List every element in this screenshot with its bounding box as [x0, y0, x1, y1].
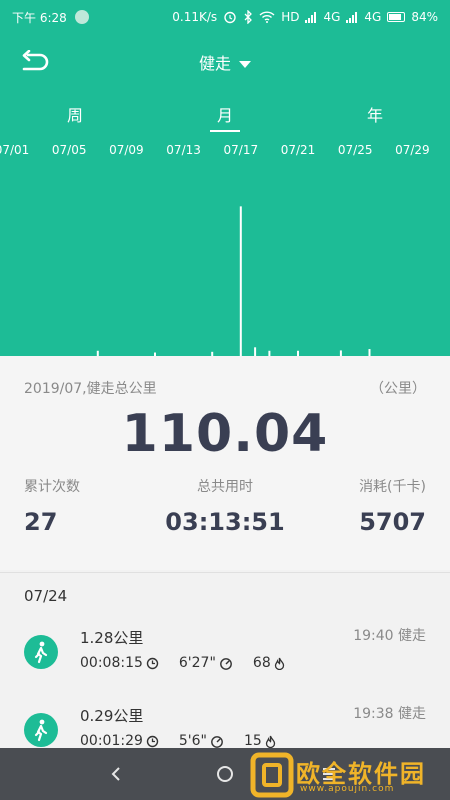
summary-caption: 2019/07,健走总公里 — [24, 381, 157, 397]
record-distance: 0.29公里 — [80, 707, 144, 725]
network-speed: 0.11K/s — [172, 10, 218, 24]
record-meta: 00:01:29 5'6" 15 — [80, 733, 296, 749]
signal-icon — [305, 11, 317, 23]
records-list: 07/24 1.28公里 00:08:15 6'27" 68 19:40 健走 … — [0, 572, 450, 749]
record-time: 19:40 健走 — [353, 628, 426, 644]
x-tick-label: 07/13 — [166, 143, 201, 157]
list-item[interactable]: 1.28公里 00:08:15 6'27" 68 19:40 健走 — [0, 625, 450, 695]
clock-icon — [146, 657, 159, 669]
status-time: 下午 6:28 — [12, 10, 67, 25]
monthly-chart[interactable]: 07/01 07/05 07/09 07/13 07/17 07/21 07/25 07/29 — [0, 136, 450, 356]
tab-week[interactable]: 周 — [0, 90, 150, 136]
record-pace: 6'27" — [178, 655, 216, 671]
record-duration: 00:01:29 — [80, 733, 143, 749]
tab-year[interactable]: 年 — [300, 90, 450, 136]
notification-dot-icon — [74, 10, 89, 24]
record-meta: 00:08:15 6'27" 68 — [80, 655, 305, 671]
gauge-icon — [220, 657, 232, 670]
page-title: 健走 — [198, 54, 231, 73]
flame-icon — [265, 735, 275, 748]
status-bar: 下午 6:28 0.11K/s HD 4G 4G 84% — [0, 0, 450, 34]
records-date: 07/24 — [24, 587, 68, 605]
signal-icon-2 — [346, 11, 358, 23]
record-pace: 5'6" — [178, 733, 207, 749]
walking-icon — [24, 635, 58, 669]
flame-icon — [274, 657, 284, 670]
chart-svg: 07/01 07/05 07/09 07/13 07/17 07/21 07/25 07/29 — [0, 143, 430, 356]
nav-back-icon[interactable] — [108, 766, 124, 782]
wifi-icon — [259, 11, 275, 23]
chart-bar — [368, 349, 371, 356]
dropdown-caret-icon — [239, 61, 251, 68]
x-tick-label: 07/17 — [224, 143, 259, 157]
watermark-logo-icon — [250, 752, 294, 798]
walking-icon — [24, 713, 58, 747]
site-watermark: 欧全软件园 www.apoujin.com — [248, 750, 450, 800]
bluetooth-icon — [244, 10, 253, 24]
tab-month-label: 月 — [216, 106, 233, 125]
battery-percent: 84% — [411, 10, 438, 24]
x-tick-label: 07/25 — [338, 143, 373, 157]
record-distance: 1.28公里 — [80, 629, 144, 647]
x-tick-label: 07/09 — [109, 143, 144, 157]
chart-bar — [239, 206, 242, 356]
summary-panel: 2019/07,健走总公里 （公里） 110.04 累计次数 总共用时 消耗(千… — [0, 356, 450, 570]
period-tabs: 周 月 年 — [0, 90, 450, 136]
gauge-icon — [211, 735, 223, 748]
record-calories: 15 — [244, 733, 262, 749]
watermark-url: www.apoujin.com — [300, 784, 395, 794]
x-tick-label: 07/21 — [281, 143, 316, 157]
tab-year-label: 年 — [366, 106, 383, 125]
signal-4g-label-1: 4G — [323, 10, 341, 24]
battery-icon — [387, 12, 406, 22]
alarm-icon — [224, 11, 236, 24]
record-time: 19:38 健走 — [353, 706, 426, 722]
x-tick-label: 07/29 — [395, 143, 430, 157]
summary-unit: （公里） — [370, 381, 426, 397]
tab-week-label: 周 — [66, 106, 83, 125]
stat-calories-label: 消耗(千卡) — [359, 479, 426, 495]
signal-4g-label-2: 4G — [364, 10, 382, 24]
stat-calories-value: 5707 — [359, 508, 426, 536]
nav-home-icon[interactable] — [217, 766, 233, 782]
record-calories: 68 — [252, 655, 271, 671]
hd-label: HD — [281, 10, 300, 24]
activity-type-selector[interactable]: 健走 — [0, 50, 450, 74]
x-tick-label: 07/01 — [0, 143, 29, 157]
chart-bar — [254, 347, 257, 356]
clock-icon — [146, 735, 159, 747]
total-distance: 110.04 — [121, 404, 329, 464]
tab-month[interactable]: 月 — [150, 90, 300, 136]
record-duration: 00:08:15 — [80, 655, 143, 671]
toolbar: 健走 — [0, 34, 450, 90]
x-tick-label: 07/05 — [52, 143, 87, 157]
